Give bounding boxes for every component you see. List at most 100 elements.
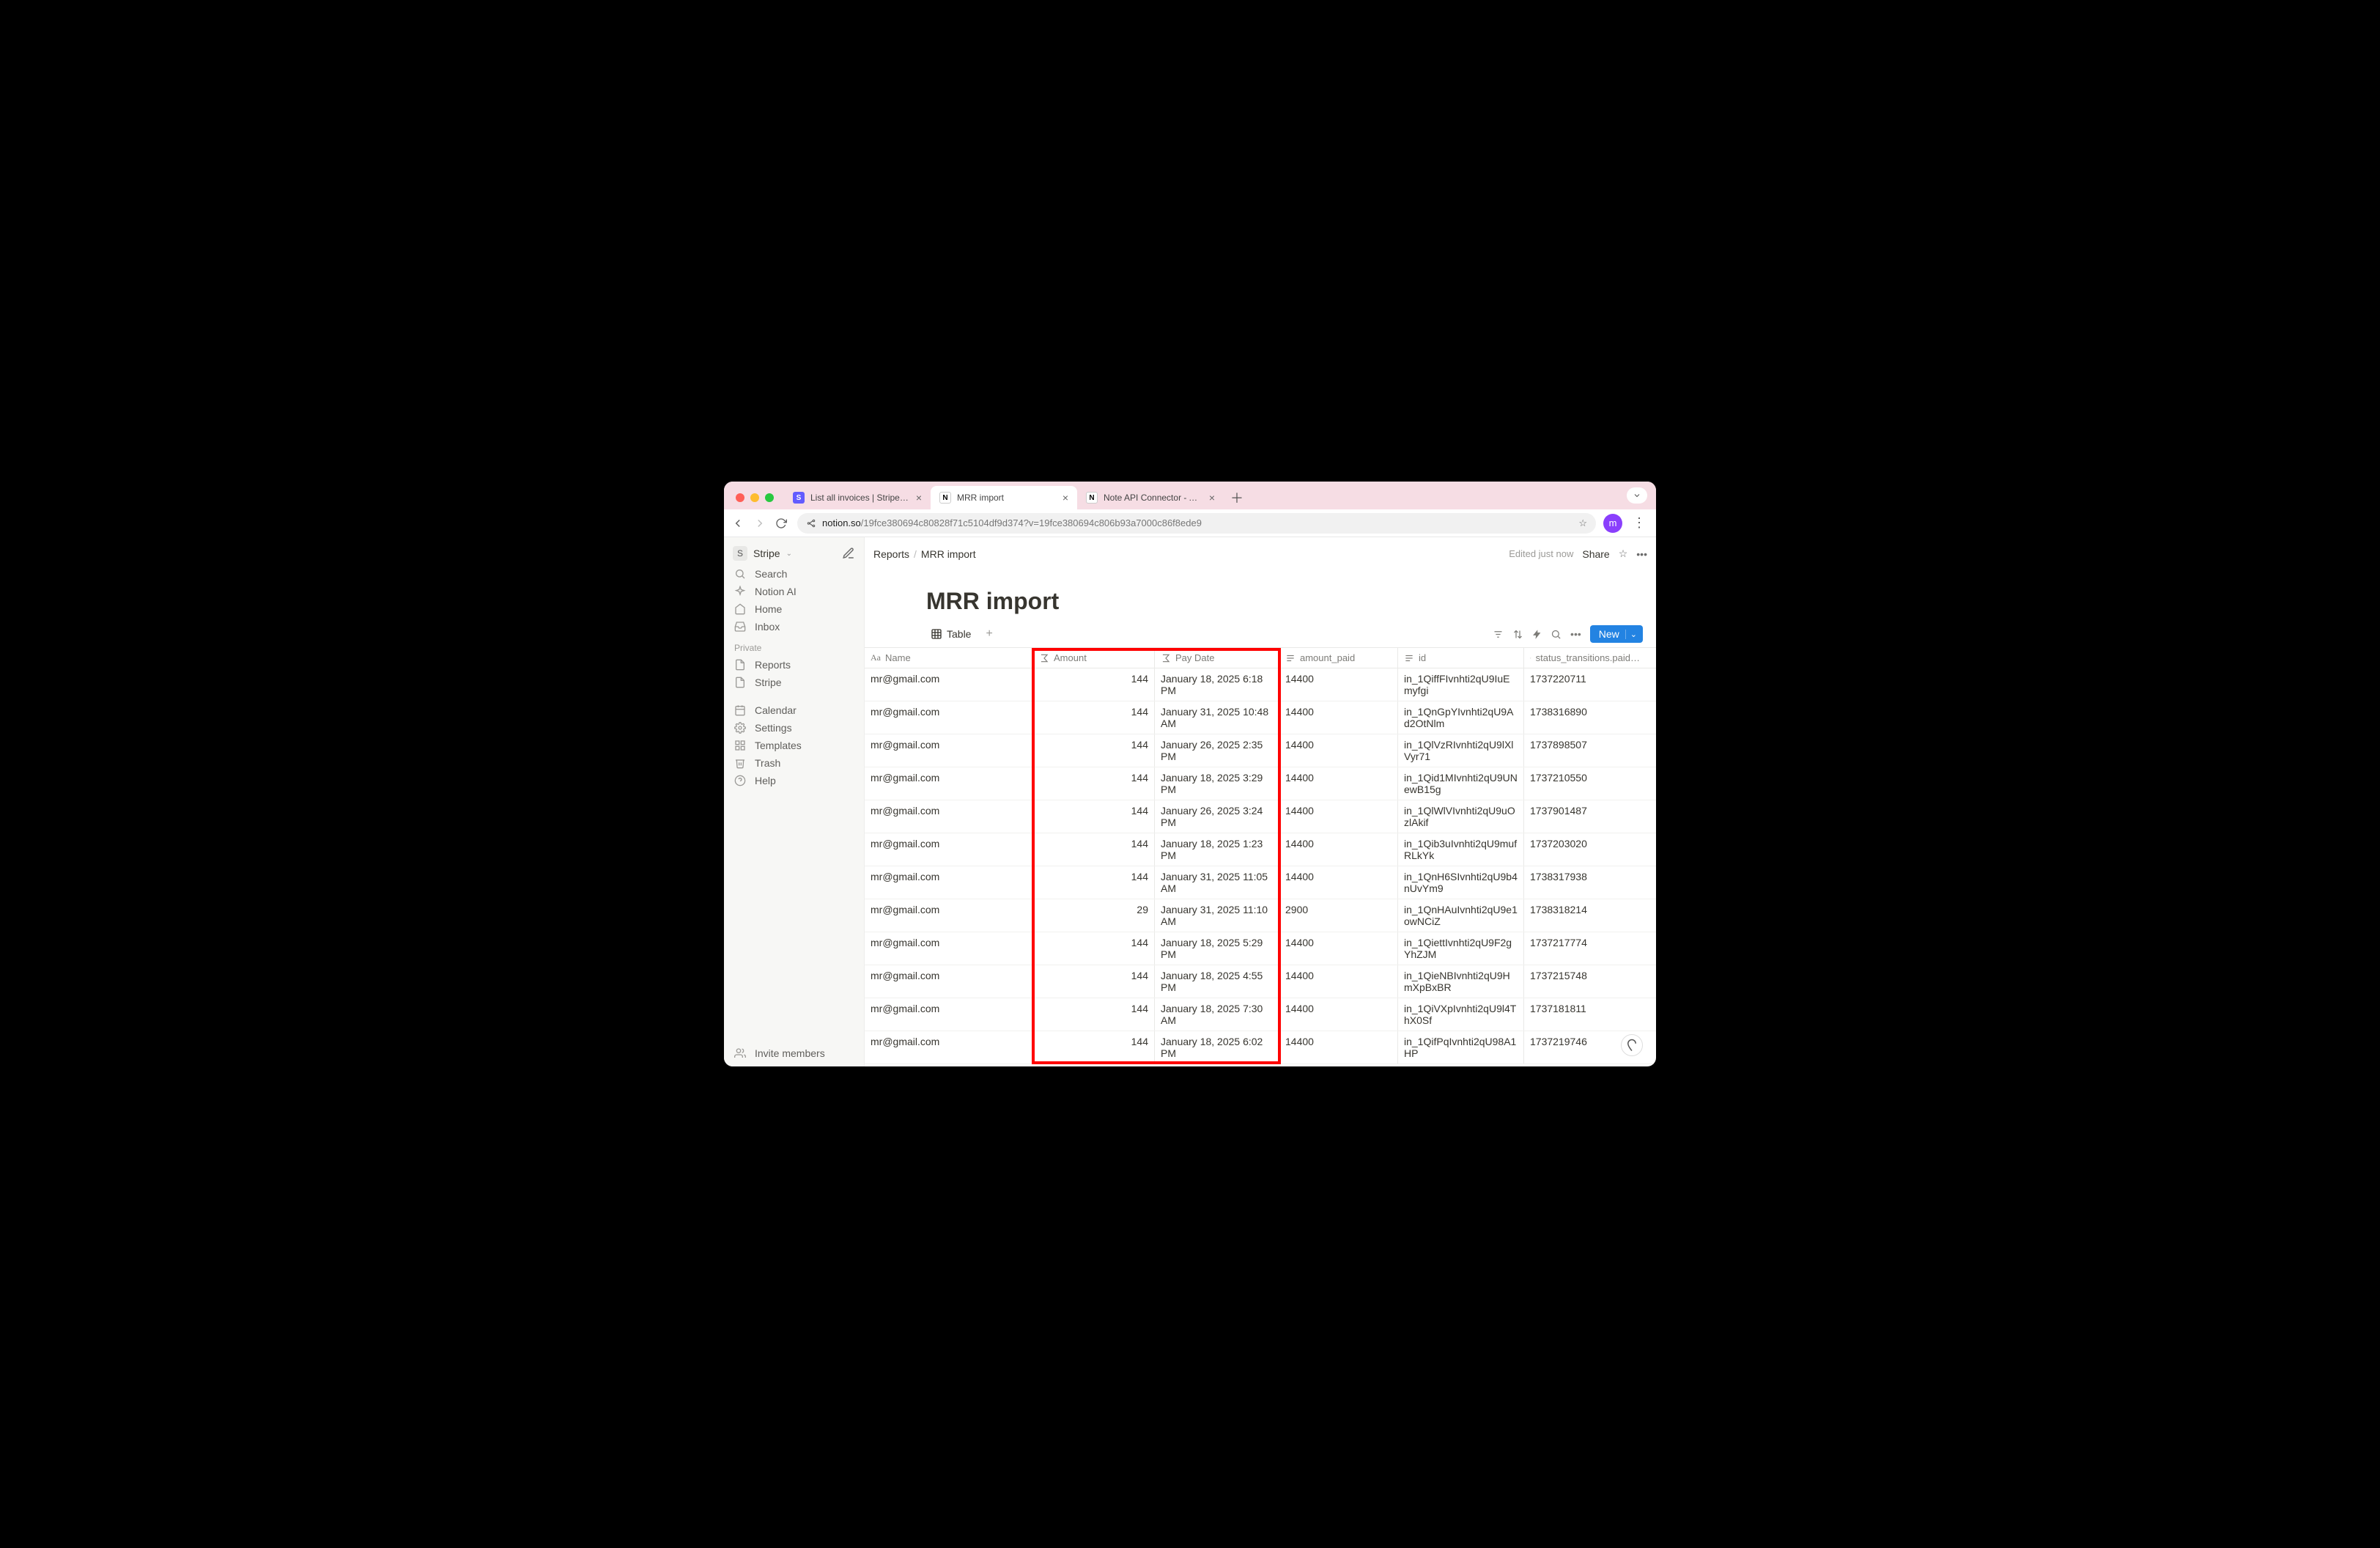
cell-name[interactable]: mr@gmail.com [865,668,1033,701]
sidebar-item-templates[interactable]: Templates [727,737,861,754]
cell-amount[interactable]: 144 [1033,701,1155,734]
cell-amount[interactable]: 144 [1033,734,1155,767]
cell-amount-paid[interactable]: 14400 [1279,965,1398,998]
compose-button[interactable] [842,547,855,560]
cell-amount[interactable]: 144 [1033,833,1155,866]
cell-status[interactable]: 1738318214 [1524,899,1646,932]
sort-button[interactable] [1512,629,1523,640]
cell-id[interactable]: in_1QifPqIvnhti2qU98A1HP [1398,1031,1524,1064]
cell-id[interactable]: in_1Qib3uIvnhti2qU9mufRLkYk [1398,833,1524,866]
cell-amount[interactable]: 144 [1033,932,1155,965]
cell-amount-paid[interactable]: 14400 [1279,1031,1398,1064]
sidebar-page-reports[interactable]: Reports [727,656,861,674]
maximize-window-button[interactable] [765,493,774,502]
cell-id[interactable]: in_1QlWlVIvnhti2qU9uOzlAkif [1398,800,1524,833]
cell-amount[interactable]: 144 [1033,1031,1155,1064]
sidebar-item-calendar[interactable]: Calendar [727,701,861,719]
cell-amount[interactable]: 144 [1033,668,1155,701]
cell-status[interactable]: 1737210550 [1524,767,1646,800]
cell-pay-date[interactable]: January 31, 2025 11:05 AM [1155,866,1279,899]
browser-tab[interactable]: NNote API Connector - App× [1077,486,1224,509]
share-button[interactable]: Share [1582,548,1609,560]
automations-button[interactable] [1532,629,1542,640]
cell-pay-date[interactable]: January 18, 2025 3:29 PM [1155,767,1279,800]
cell-amount[interactable]: 144 [1033,965,1155,998]
cell-name[interactable]: mr@gmail.com [865,998,1033,1031]
close-window-button[interactable] [736,493,744,502]
cell-amount-paid[interactable]: 14400 [1279,734,1398,767]
cell-id[interactable]: in_1QnHAuIvnhti2qU9e1owNCiZ [1398,899,1524,932]
table-row[interactable]: mr@gmail.com144January 26, 2025 3:24 PM1… [865,800,1656,833]
close-tab-button[interactable]: × [1062,492,1068,504]
add-view-button[interactable]: + [983,627,995,641]
column-header-amount[interactable]: Amount [1033,648,1155,668]
cell-name[interactable]: mr@gmail.com [865,833,1033,866]
cell-id[interactable]: in_1QiffFIvnhti2qU9IuEmyfgi [1398,668,1524,701]
cell-pay-date[interactable]: January 18, 2025 7:30 AM [1155,998,1279,1031]
table-row[interactable]: mr@gmail.com144January 18, 2025 3:29 PM1… [865,767,1656,800]
cell-status[interactable]: 1738316890 [1524,701,1646,734]
cell-pay-date[interactable]: January 18, 2025 4:55 PM [1155,965,1279,998]
cell-pay-date[interactable]: January 18, 2025 1:23 PM [1155,833,1279,866]
cell-status[interactable]: 1737203020 [1524,833,1646,866]
column-header-amount-paid[interactable]: amount_paid [1279,648,1398,668]
breadcrumb-item[interactable]: MRR import [921,548,976,560]
column-header-pay-date[interactable]: Pay Date [1155,648,1279,668]
cell-status[interactable]: 1737898507 [1524,734,1646,767]
cell-amount-paid[interactable]: 14400 [1279,668,1398,701]
back-button[interactable] [731,517,746,530]
cell-pay-date[interactable]: January 31, 2025 10:48 AM [1155,701,1279,734]
cell-id[interactable]: in_1QlVzRIvnhti2qU9lXlVyr71 [1398,734,1524,767]
cell-amount-paid[interactable]: 14400 [1279,866,1398,899]
tab-overflow-button[interactable] [1627,487,1647,504]
cell-id[interactable]: in_1QieNBIvnhti2qU9HmXpBxBR [1398,965,1524,998]
more-button[interactable]: ••• [1636,548,1647,560]
cell-id[interactable]: in_1QnH6SIvnhti2qU9b4nUvYm9 [1398,866,1524,899]
cell-status[interactable]: 1737215748 [1524,965,1646,998]
browser-tab[interactable]: SList all invoices | Stripe API R× [784,486,931,509]
browser-tab[interactable]: NMRR import× [931,486,1077,509]
cell-pay-date[interactable]: January 26, 2025 2:35 PM [1155,734,1279,767]
cell-id[interactable]: in_1QnGpYIvnhti2qU9Ad2OtNlm [1398,701,1524,734]
table-row[interactable]: mr@gmail.com144January 18, 2025 5:29 PM1… [865,932,1656,965]
new-tab-button[interactable]: ＋ [1227,487,1247,508]
cell-name[interactable]: mr@gmail.com [865,734,1033,767]
cell-amount[interactable]: 144 [1033,767,1155,800]
cell-amount-paid[interactable]: 2900 [1279,899,1398,932]
cell-name[interactable]: mr@gmail.com [865,899,1033,932]
cell-name[interactable]: mr@gmail.com [865,1031,1033,1064]
cell-amount-paid[interactable]: 14400 [1279,833,1398,866]
table-row[interactable]: mr@gmail.com144January 18, 2025 1:23 PM1… [865,833,1656,866]
database-more-button[interactable]: ••• [1570,628,1581,640]
sidebar-item-trash[interactable]: Trash [727,754,861,772]
cell-name[interactable]: mr@gmail.com [865,932,1033,965]
cell-status[interactable]: 1737220711 [1524,668,1646,701]
table-row[interactable]: mr@gmail.com144January 31, 2025 11:05 AM… [865,866,1656,899]
search-database-button[interactable] [1551,629,1562,640]
column-header-id[interactable]: id [1398,648,1524,668]
sidebar-item-search[interactable]: Search [727,565,861,583]
workspace-switcher[interactable]: S Stripe ⌄ [727,542,861,565]
table-row[interactable]: mr@gmail.com29January 31, 2025 11:10 AM2… [865,899,1656,932]
invite-members-button[interactable]: Invite members [727,1044,861,1062]
cell-amount[interactable]: 144 [1033,800,1155,833]
table-row[interactable]: mr@gmail.com144January 26, 2025 2:35 PM1… [865,734,1656,767]
bookmark-button[interactable]: ☆ [1578,517,1587,529]
sidebar-page-stripe[interactable]: Stripe [727,674,861,691]
column-header-name[interactable]: Aa Name [865,648,1033,668]
chevron-down-icon[interactable]: ⌄ [1625,630,1637,639]
favorite-button[interactable]: ☆ [1619,548,1628,560]
cell-pay-date[interactable]: January 18, 2025 6:18 PM [1155,668,1279,701]
page-title[interactable]: MRR import [865,570,1656,622]
cell-amount-paid[interactable]: 14400 [1279,767,1398,800]
table-row[interactable]: mr@gmail.com144January 18, 2025 7:30 AM1… [865,998,1656,1031]
table-row[interactable]: mr@gmail.com144January 18, 2025 6:02 PM1… [865,1031,1656,1064]
forward-button[interactable] [753,517,768,530]
reload-button[interactable] [775,517,790,529]
cell-amount-paid[interactable]: 14400 [1279,701,1398,734]
breadcrumb-item[interactable]: Reports [873,548,909,560]
sidebar-item-help[interactable]: Help [727,772,861,789]
column-header-status[interactable]: status_transitions.paid… [1524,648,1646,668]
cell-pay-date[interactable]: January 26, 2025 3:24 PM [1155,800,1279,833]
cell-id[interactable]: in_1QiettIvnhti2qU9F2gYhZJM [1398,932,1524,965]
